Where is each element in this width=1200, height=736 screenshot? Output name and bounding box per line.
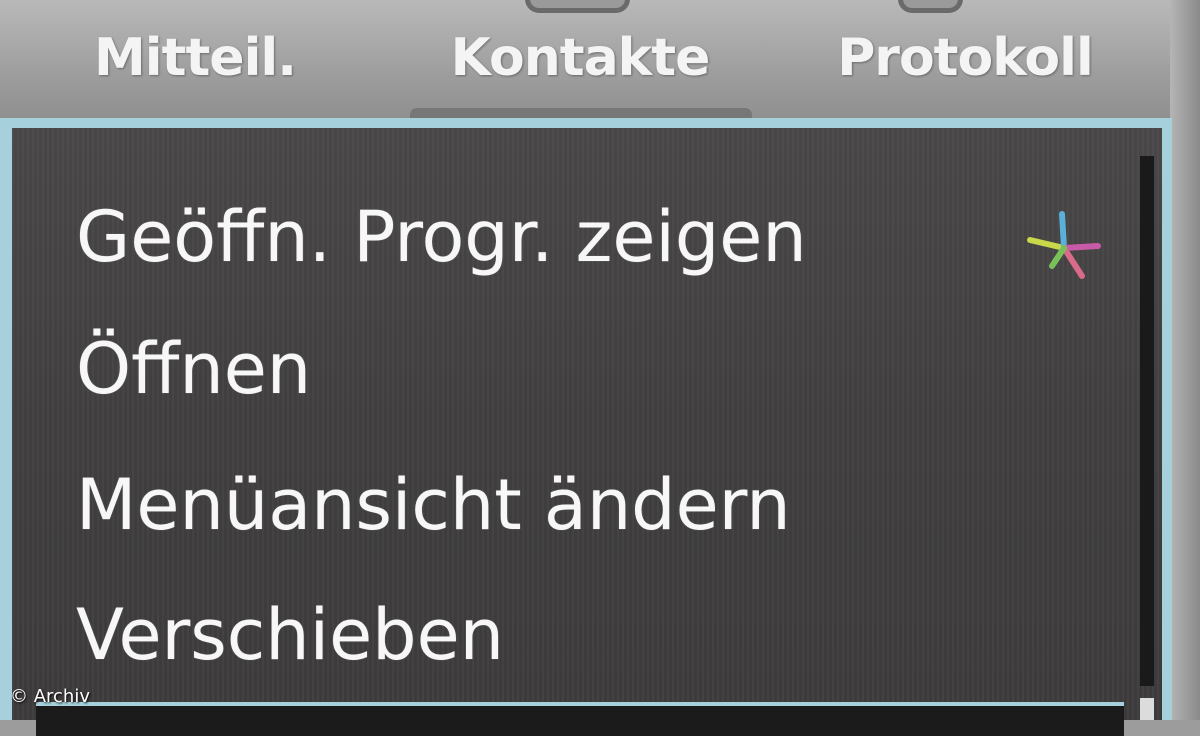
image-credit: © Archiv bbox=[10, 686, 90, 707]
contacts-icon bbox=[525, 0, 630, 13]
menu-item-change-view[interactable]: Menüansicht ändern bbox=[76, 464, 791, 546]
menu-item-move[interactable]: Verschieben bbox=[76, 594, 504, 676]
tab-protokoll[interactable]: Protokoll bbox=[830, 0, 1100, 122]
tab-label: Mitteil. bbox=[94, 28, 297, 88]
menu-panel: Geöffn. Progr. zeigen Öffnen Menüansicht… bbox=[12, 128, 1162, 736]
scrollbar-track[interactable] bbox=[1140, 156, 1154, 686]
tab-mitteil[interactable]: Mitteil. bbox=[60, 0, 330, 122]
log-icon bbox=[898, 0, 963, 13]
screen-frame bbox=[1170, 0, 1200, 720]
menu-item-open[interactable]: Öffnen bbox=[76, 328, 311, 410]
tab-label: Protokoll bbox=[837, 28, 1094, 88]
tab-bar: Mitteil. Kontakte Protokoll bbox=[0, 0, 1200, 122]
scrollbar-thumb[interactable] bbox=[1140, 698, 1154, 720]
options-menu: Geöffn. Progr. zeigen Öffnen Menüansicht… bbox=[0, 118, 1172, 736]
multicolor-arrows-icon bbox=[1027, 211, 1101, 279]
menu-item-show-open-apps[interactable]: Geöffn. Progr. zeigen bbox=[76, 196, 807, 278]
tab-label: Kontakte bbox=[450, 28, 711, 88]
menu-bottom-bar bbox=[36, 702, 1124, 736]
tab-kontakte[interactable]: Kontakte bbox=[440, 0, 720, 122]
